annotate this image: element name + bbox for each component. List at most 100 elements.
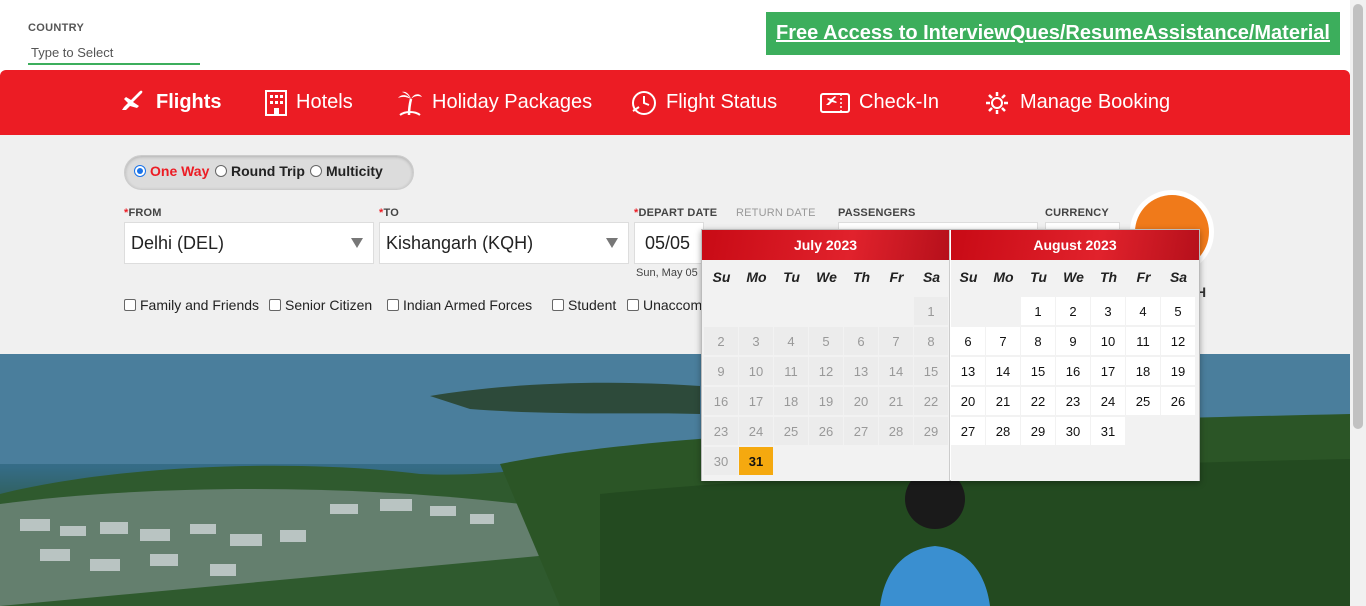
depart-label: *DEPART DATE xyxy=(634,207,718,219)
calendar-day[interactable]: 20 xyxy=(951,387,985,415)
checkbox xyxy=(124,299,136,311)
calendar-day: 6 xyxy=(844,327,878,355)
check-family-friends[interactable]: Family and Friends xyxy=(124,297,259,313)
country-label: COUNTRY xyxy=(28,22,85,34)
check-armed-forces[interactable]: Indian Armed Forces xyxy=(387,297,532,313)
calendar-day[interactable]: 21 xyxy=(986,387,1020,415)
calendar-day[interactable]: 28 xyxy=(986,417,1020,445)
calendar-day: 17 xyxy=(739,387,773,415)
hotel-icon xyxy=(265,89,287,116)
scrollbar-thumb[interactable] xyxy=(1353,4,1363,429)
weekday-label: Sa xyxy=(922,269,941,285)
calendar-day[interactable]: 25 xyxy=(1126,387,1160,415)
calendar-day[interactable]: 3 xyxy=(1091,297,1125,325)
to-value: Kishangarh (KQH) xyxy=(386,232,534,253)
nav-flight-status[interactable]: Flight Status xyxy=(630,70,777,135)
nav-label: Check-In xyxy=(859,91,940,113)
chevron-down-icon xyxy=(606,238,618,248)
calendar-day: 15 xyxy=(914,357,948,385)
calendar-day[interactable]: 24 xyxy=(1091,387,1125,415)
calendar-day[interactable]: 26 xyxy=(1161,387,1195,415)
calendar-day[interactable]: 17 xyxy=(1091,357,1125,385)
calendar-day[interactable]: 15 xyxy=(1021,357,1055,385)
country-input[interactable] xyxy=(28,41,200,65)
calendar-day[interactable]: 23 xyxy=(1056,387,1090,415)
radio-round-trip[interactable]: Round Trip xyxy=(215,163,305,179)
calendar-day: 14 xyxy=(879,357,913,385)
promo-link[interactable]: Free Access to InterviewQues/ResumeAssis… xyxy=(776,22,1330,45)
from-select[interactable]: Delhi (DEL) xyxy=(124,222,374,264)
nav-flights[interactable]: Flights xyxy=(120,70,222,135)
weekday-label: Mo xyxy=(993,269,1014,285)
calendar-day: 4 xyxy=(774,327,808,355)
checkbox xyxy=(552,299,564,311)
calendar-day[interactable]: 18 xyxy=(1126,357,1160,385)
calendar-day[interactable]: 31 xyxy=(739,447,773,475)
calendar-day[interactable]: 16 xyxy=(1056,357,1090,385)
chevron-down-icon xyxy=(351,238,363,248)
radio-one-way[interactable]: One Way xyxy=(134,163,209,179)
calendar-day[interactable]: 9 xyxy=(1056,327,1090,355)
calendar-day[interactable]: 22 xyxy=(1021,387,1055,415)
calendar-day: 3 xyxy=(739,327,773,355)
calendar-day: 12 xyxy=(809,357,843,385)
calendar-day[interactable]: 2 xyxy=(1056,297,1090,325)
calendar-day: 29 xyxy=(914,417,948,445)
calendar-day[interactable]: 4 xyxy=(1126,297,1160,325)
calendar-day[interactable]: 30 xyxy=(1056,417,1090,445)
nav-label: Flight Status xyxy=(666,91,778,113)
calendar-day[interactable]: 12 xyxy=(1161,327,1195,355)
calendar-month-august: August 2023 Su Mo Tu We Th Fr Sa 1234567… xyxy=(951,230,1199,481)
to-label: *TO xyxy=(379,207,399,219)
calendar-day[interactable]: 6 xyxy=(951,327,985,355)
calendar-day[interactable]: 14 xyxy=(986,357,1020,385)
nav-holiday-packages[interactable]: Holiday Packages xyxy=(396,70,592,135)
calendar-day[interactable]: 19 xyxy=(1161,357,1195,385)
nav-check-in[interactable]: Check-In xyxy=(819,70,939,135)
calendar-day: 7 xyxy=(879,327,913,355)
calendar-day[interactable]: 7 xyxy=(986,327,1020,355)
calendar-day[interactable]: 11 xyxy=(1126,327,1160,355)
calendar-day[interactable]: 1 xyxy=(1021,297,1055,325)
weekday-label: Fr xyxy=(889,269,904,285)
calendar-day: 9 xyxy=(704,357,738,385)
calendar-day: 22 xyxy=(914,387,948,415)
nav-manage-booking[interactable]: Manage Booking xyxy=(982,70,1170,135)
passengers-label: PASSENGERS xyxy=(838,207,916,219)
calendar-day[interactable]: 13 xyxy=(951,357,985,385)
datepicker-popup: July 2023 Su Mo Tu We Th Fr Sa 123456789… xyxy=(701,229,1200,481)
checkbox xyxy=(627,299,639,311)
radio-multicity[interactable]: Multicity xyxy=(310,163,383,179)
to-select[interactable]: Kishangarh (KQH) xyxy=(379,222,629,264)
calendar-day[interactable]: 8 xyxy=(1021,327,1055,355)
check-senior-citizen[interactable]: Senior Citizen xyxy=(269,297,372,313)
calendar-day[interactable]: 5 xyxy=(1161,297,1195,325)
checkbox-label: Indian Armed Forces xyxy=(403,297,533,313)
nav-label: Holiday Packages xyxy=(432,91,593,113)
check-unaccompanied[interactable]: Unaccom xyxy=(627,297,702,313)
from-label: *FROM xyxy=(124,207,162,219)
nav-label: Flights xyxy=(156,91,222,113)
calendar-month-july: July 2023 Su Mo Tu We Th Fr Sa 123456789… xyxy=(702,230,950,481)
calendar-day: 10 xyxy=(739,357,773,385)
calendar-day: 24 xyxy=(739,417,773,445)
nav-hotels[interactable]: Hotels xyxy=(264,70,353,135)
calendar-day: 25 xyxy=(774,417,808,445)
calendar-day: 19 xyxy=(809,387,843,415)
check-student[interactable]: Student xyxy=(552,297,616,313)
weekday-label: Su xyxy=(959,269,978,285)
checkbox xyxy=(269,299,281,311)
calendar-day: 20 xyxy=(844,387,878,415)
radio-label: Round Trip xyxy=(231,163,305,179)
page-scrollbar[interactable] xyxy=(1350,0,1366,606)
calendar-day[interactable]: 10 xyxy=(1091,327,1125,355)
radio-dot xyxy=(134,165,146,177)
return-label: RETURN DATE xyxy=(736,207,816,219)
depart-date-input[interactable]: 05/05 xyxy=(634,222,704,264)
calendar-day[interactable]: 31 xyxy=(1091,417,1125,445)
calendar-day: 26 xyxy=(809,417,843,445)
weekday-label: Su xyxy=(712,269,731,285)
checkbox-label: Student xyxy=(568,297,617,313)
calendar-day[interactable]: 29 xyxy=(1021,417,1055,445)
calendar-day[interactable]: 27 xyxy=(951,417,985,445)
